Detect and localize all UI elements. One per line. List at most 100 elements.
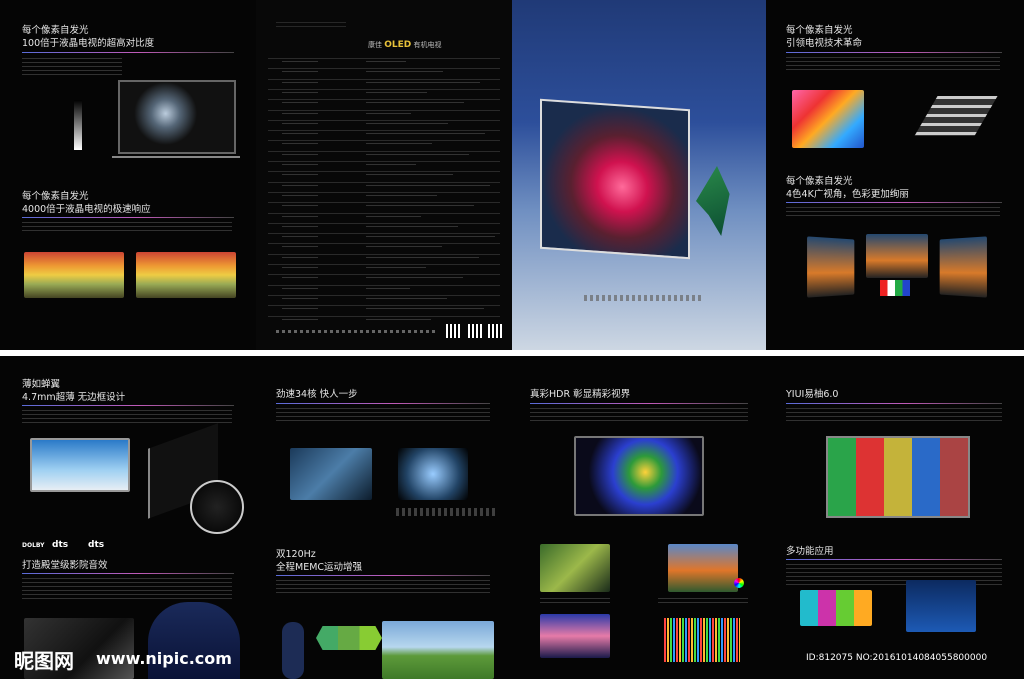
spec-title: [276, 22, 346, 28]
dolby-logo: DOLBY: [22, 542, 45, 549]
spec-table-row: [268, 222, 500, 224]
p4-heading2-line1: 每个像素自发光: [786, 176, 853, 187]
spec-table-row: [268, 171, 500, 173]
spec-table-row: [268, 315, 500, 317]
tv-ring-image: [118, 80, 236, 154]
hummingbird-image: [696, 166, 730, 236]
parrot-tv-image: [574, 436, 704, 516]
spec-table-cell: [366, 112, 411, 117]
oled-brand-a: 康佳: [368, 41, 382, 49]
spec-table-cell: [366, 225, 458, 230]
b1-heading-line2: 4.7mm超薄 无边框设计: [22, 392, 126, 403]
spec-table-row: [268, 109, 500, 111]
spec-table-row: [268, 119, 500, 121]
spec-table-cell: [282, 246, 318, 251]
spec-table-row: [268, 264, 500, 265]
cover-series: [604, 316, 610, 331]
spec-table-cell: [366, 246, 442, 251]
thin-tv-front: [30, 438, 130, 492]
b2-heading2-line1: 双120Hz: [276, 549, 316, 560]
cover-tv: [540, 98, 690, 260]
dts-logo-1: dts: [52, 540, 69, 550]
spec-table-cell: [282, 215, 318, 220]
spec-table-cell: [282, 225, 318, 230]
spec-table-cell: [282, 318, 318, 323]
spec-table-cell: [366, 122, 448, 127]
spec-table-row: [268, 161, 500, 162]
spec-table-cell: [282, 184, 318, 189]
spec-table-cell: [366, 102, 464, 107]
spec-table-row: [268, 99, 500, 101]
spec-table-cell: [366, 81, 480, 86]
spec-table-cell: [282, 267, 318, 271]
spec-table-cell: [282, 164, 318, 168]
hexagon-icons: [316, 626, 382, 650]
dts-logo-2: dts: [88, 540, 105, 550]
autumn-landscape-image: [668, 544, 738, 592]
watermark-id: ID:812075 NO:20161014084055800000: [806, 653, 988, 663]
spec-table-cell: [282, 205, 318, 210]
p1-heading2-line2: 4000倍于液晶电视的极速响应: [22, 204, 151, 215]
p4-heading1-line2: 引领电视技术革命: [786, 38, 863, 49]
oled-brand-c: 有机电视: [413, 41, 442, 49]
spec-table-cell: [366, 256, 479, 261]
p4-rule-1: [786, 52, 1002, 53]
b3-body-text-1: [530, 408, 748, 422]
spec-table-row: [268, 68, 500, 70]
spec-table-cell: [282, 61, 318, 65]
b2-core-labels: [396, 508, 496, 516]
zoom-circle: [190, 480, 244, 534]
watermark-url: www.nipic.com: [96, 649, 232, 668]
wide-angle-tv-right: [939, 236, 987, 298]
spec-table-cell: [282, 297, 318, 302]
wide-angle-tv-left: [807, 236, 855, 298]
spec-table-cell: [282, 143, 318, 148]
b2-body-text-2: [276, 580, 490, 594]
spec-table-row: [268, 191, 500, 193]
spec-table-row: [268, 243, 500, 245]
spec-table-cell: [282, 194, 318, 199]
spec-table-cell: [366, 143, 432, 148]
panel-technology: 每个像素自发光 引领电视技术革命 每个像素自发光 4色4K广视角，色彩更加绚丽: [766, 0, 1024, 350]
spec-table-cell: [282, 153, 318, 158]
b1-body-text-1: [22, 410, 232, 424]
app-tiles-image: [800, 590, 872, 626]
spec-table-cell: [366, 205, 474, 210]
spec-table-row: [268, 274, 500, 276]
spec-table-cell: [282, 71, 318, 76]
tv-stand-line: [112, 156, 240, 158]
p4-body-text-2: [786, 207, 1000, 217]
spec-table-row: [268, 130, 500, 132]
hdr-chip-image: [540, 544, 610, 592]
brand-logo: [532, 16, 576, 29]
spec-table-row: [268, 140, 500, 142]
b2-rule-2: [276, 575, 490, 576]
wide-angle-tv-center: [866, 234, 928, 278]
p1-body-text-1: [22, 58, 122, 78]
spec-table-cell: [366, 297, 447, 302]
spec-table-row: [268, 284, 500, 286]
watermark-site-cn: 昵图网: [14, 649, 74, 673]
b4-heading2: 多功能应用: [786, 546, 834, 557]
spec-table-cell: [282, 287, 318, 292]
spec-table-cell: [282, 277, 318, 282]
sunset-sea-image: [540, 614, 610, 658]
oled-brand: 康佳 OLED 有机电视: [368, 40, 441, 50]
spec-table-row: [268, 253, 500, 255]
spec-table-cell: [282, 256, 318, 261]
os-ui-tv: [826, 436, 970, 518]
spec-table-cell: [366, 184, 490, 189]
racecar-image-left: [24, 252, 124, 298]
panel-contrast: 每个像素自发光 100倍于液晶电视的超高对比度 每个像素自发光 4000倍于液晶…: [0, 0, 256, 350]
spec-table-cell: [366, 236, 495, 241]
b4-heading1: YIUI易柚6.0: [786, 389, 839, 400]
p1-heading1-line2: 100倍于液晶电视的超高对比度: [22, 38, 155, 49]
spec-table-cell: [366, 308, 484, 313]
color-swatch-logo: [880, 280, 910, 296]
b2-body-text-1: [276, 408, 490, 422]
b1-rule-2: [22, 573, 234, 574]
spec-table-cell: [282, 174, 318, 179]
spec-table-row: [268, 202, 500, 204]
b4-rule-2: [786, 559, 1002, 560]
spec-table-row: [268, 305, 500, 307]
